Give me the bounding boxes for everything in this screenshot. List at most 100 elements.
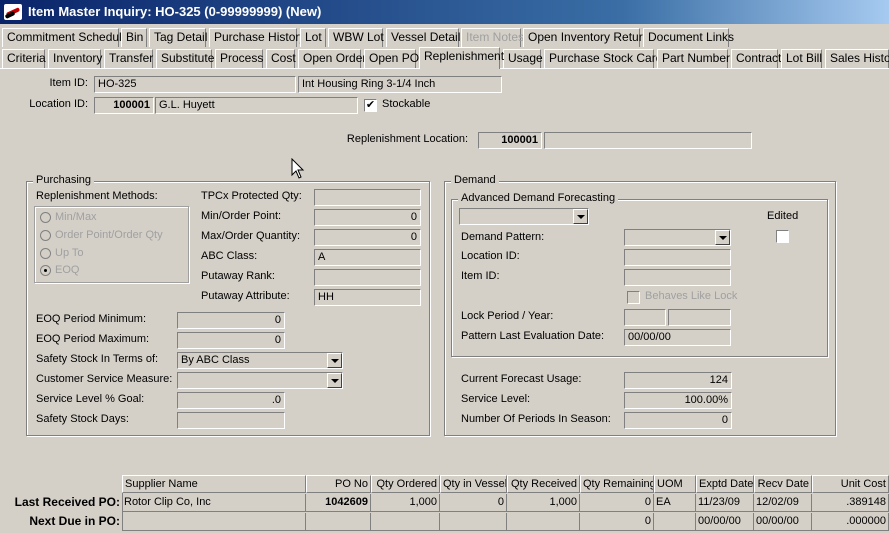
col-qty-ordered[interactable]: Qty Ordered [371, 475, 440, 493]
demand-pattern-label: Demand Pattern: [461, 231, 545, 243]
chevron-down-icon[interactable] [327, 353, 342, 368]
location-name-field[interactable]: G.L. Huyett [155, 97, 358, 114]
table-cell[interactable]: 12/02/09 [754, 494, 812, 512]
col-qty-in-vessel[interactable]: Qty in Vessel [440, 475, 507, 493]
table-cell[interactable]: EA [654, 494, 696, 512]
tab-lot-bill[interactable]: Lot Bill [781, 49, 822, 68]
table-cell[interactable] [440, 513, 507, 531]
col-uom[interactable]: UOM [654, 475, 696, 493]
col-recv-date[interactable]: Recv Date [754, 475, 812, 493]
method-order-point-label: Order Point/Order Qty [55, 229, 163, 241]
demand-location-id-label: Location ID: [461, 250, 520, 262]
demand-pattern-dropdown[interactable] [624, 229, 731, 246]
tab-part-number[interactable]: Part Number [657, 49, 730, 68]
table-cell[interactable]: 00/00/00 [754, 513, 812, 531]
table-cell[interactable]: 1,000 [507, 494, 580, 512]
current-forecast-usage-field[interactable]: 124 [624, 372, 732, 389]
tab-inventory[interactable]: Inventory [48, 49, 102, 68]
tab-bin[interactable]: Bin [121, 28, 147, 47]
tab-usage[interactable]: Usage [503, 49, 543, 68]
replenishment-location-field[interactable]: 100001 [478, 132, 542, 149]
col-qty-received[interactable]: Qty Received [507, 475, 580, 493]
table-cell[interactable]: 0 [440, 494, 507, 512]
col-unit-cost[interactable]: Unit Cost [812, 475, 889, 493]
table-cell[interactable]: 0 [580, 513, 654, 531]
pattern-last-evaluation-field[interactable]: 00/00/00 [624, 329, 731, 346]
table-cell[interactable]: 11/23/09 [696, 494, 754, 512]
max-order-quantity-field[interactable]: 0 [314, 229, 421, 246]
safety-stock-days-field[interactable] [177, 412, 285, 429]
table-cell[interactable]: Rotor Clip Co, Inc [122, 494, 306, 512]
tab-open-inventory-return[interactable]: Open Inventory Return [523, 28, 649, 47]
tab-contract[interactable]: Contract [731, 49, 781, 68]
stockable-checkbox[interactable]: ✔ [364, 99, 377, 112]
tpcx-protected-qty-field[interactable] [314, 189, 421, 206]
tab-process[interactable]: Process [215, 49, 263, 68]
tab-tag-detail[interactable]: Tag Detail [149, 28, 207, 47]
table-cell[interactable] [122, 513, 306, 531]
eoq-period-minimum-field[interactable]: 0 [177, 312, 285, 329]
service-level-goal-label: Service Level % Goal: [36, 393, 145, 405]
demand-location-id-field[interactable] [624, 249, 731, 266]
table-cell[interactable]: .389148 [812, 494, 889, 512]
table-cell[interactable] [306, 513, 371, 531]
demand-item-id-field[interactable] [624, 269, 731, 286]
tab-commitment-schedule[interactable]: Commitment Schedule [2, 28, 128, 47]
tab-criteria[interactable]: Criteria [2, 49, 46, 68]
tab-lot[interactable]: Lot [300, 28, 326, 47]
col-supplier-name[interactable]: Supplier Name [122, 475, 306, 493]
table-cell[interactable]: 1,000 [371, 494, 440, 512]
edited-checkbox[interactable] [776, 230, 789, 243]
eoq-period-maximum-field[interactable]: 0 [177, 332, 285, 349]
replenishment-location-name-field[interactable] [544, 132, 752, 149]
chevron-down-icon[interactable] [327, 373, 342, 388]
table-cell[interactable]: 0 [580, 494, 654, 512]
tab-open-order[interactable]: Open Order [298, 49, 366, 68]
lock-year-field[interactable] [668, 309, 731, 326]
table-cell[interactable]: 1042609 [306, 494, 371, 512]
periods-in-season-field[interactable]: 0 [624, 412, 732, 429]
replenishment-methods-label: Replenishment Methods: [36, 190, 158, 202]
tab-vessel-detail[interactable]: Vessel Detail [386, 28, 460, 47]
col-qty-remaining[interactable]: Qty Remaining [580, 475, 654, 493]
chevron-down-icon[interactable] [715, 230, 730, 245]
abc-class-field[interactable]: A [314, 249, 421, 266]
service-level-goal-field[interactable]: .0 [177, 392, 285, 409]
chevron-down-icon[interactable] [573, 209, 588, 224]
tab-wbw-lot[interactable]: WBW Lot [328, 28, 384, 47]
item-description-field[interactable]: Int Housing Ring 3-1/4 Inch [298, 76, 502, 93]
min-order-point-field[interactable]: 0 [314, 209, 421, 226]
tab-transfer[interactable]: Transfer [104, 49, 153, 68]
tab-purchase-history[interactable]: Purchase History [209, 28, 305, 47]
mouse-cursor-icon [291, 158, 305, 179]
adf-dropdown[interactable] [459, 208, 589, 225]
lock-period-field[interactable] [624, 309, 666, 326]
tab-document-links[interactable]: Document Links [643, 28, 734, 47]
location-id-label: Location ID: [29, 98, 88, 110]
demand-item-id-label: Item ID: [461, 270, 500, 282]
tab-replenishment[interactable]: Replenishment [419, 47, 504, 69]
table-cell[interactable]: .000000 [812, 513, 889, 531]
putaway-attribute-field[interactable]: HH [314, 289, 421, 306]
table-cell[interactable] [371, 513, 440, 531]
safety-stock-terms-dropdown[interactable]: By ABC Class [177, 352, 343, 369]
location-id-field[interactable]: 100001 [94, 97, 154, 114]
customer-service-measure-dropdown[interactable] [177, 372, 343, 389]
col-exptd-date[interactable]: Exptd Date [696, 475, 754, 493]
putaway-rank-field[interactable] [314, 269, 421, 286]
item-id-label: Item ID: [49, 77, 88, 89]
col-po-no[interactable]: PO No [306, 475, 371, 493]
demand-title: Demand [451, 174, 499, 186]
tab-open-po[interactable]: Open PO [364, 49, 419, 68]
tab-substitute[interactable]: Substitute [156, 49, 214, 68]
table-cell[interactable] [507, 513, 580, 531]
service-level-field[interactable]: 100.00% [624, 392, 732, 409]
table-cell[interactable]: 00/00/00 [696, 513, 754, 531]
max-order-quantity-label: Max/Order Quantity: [201, 230, 301, 242]
tab-cost[interactable]: Cost [266, 49, 296, 68]
table-cell[interactable] [654, 513, 696, 531]
title-bar: Item Master Inquiry: HO-325 (0-99999999)… [0, 0, 889, 24]
item-id-field[interactable]: HO-325 [94, 76, 296, 93]
tab-sales-history[interactable]: Sales History [825, 49, 889, 68]
tab-purchase-stock-card[interactable]: Purchase Stock Card [544, 49, 662, 68]
